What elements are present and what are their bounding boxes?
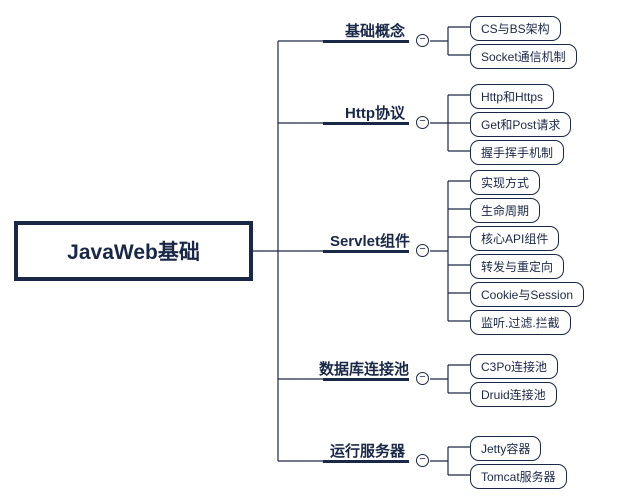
leaf-http-https[interactable]: Http和Https (470, 84, 554, 109)
collapse-toggle-icon[interactable] (416, 454, 429, 467)
collapse-toggle-icon[interactable] (416, 244, 429, 257)
leaf-c3p0[interactable]: C3Po连接池 (470, 354, 558, 379)
leaf-druid[interactable]: Druid连接池 (470, 382, 557, 407)
branch-http[interactable]: Http协议 (323, 102, 405, 123)
branch-servlet[interactable]: Servlet组件 (318, 230, 410, 251)
leaf-forward[interactable]: 转发与重定向 (470, 254, 564, 279)
branch-underline (323, 460, 409, 463)
leaf-impl[interactable]: 实现方式 (470, 170, 540, 195)
leaf-socket[interactable]: Socket通信机制 (470, 44, 577, 69)
collapse-toggle-icon[interactable] (416, 34, 429, 47)
leaf-get-post[interactable]: Get和Post请求 (470, 112, 571, 137)
leaf-handshake[interactable]: 握手挥手机制 (470, 140, 564, 165)
leaf-jetty[interactable]: Jetty容器 (470, 436, 541, 461)
branch-label: 运行服务器 (330, 443, 405, 460)
root-title: JavaWeb基础 (67, 236, 200, 266)
branch-server[interactable]: 运行服务器 (323, 440, 405, 461)
branch-label: Servlet组件 (330, 233, 410, 250)
branch-label: 基础概念 (345, 23, 405, 40)
branch-underline (323, 40, 409, 43)
collapse-toggle-icon[interactable] (416, 372, 429, 385)
branch-label: 数据库连接池 (319, 361, 409, 378)
branch-dbpool[interactable]: 数据库连接池 (313, 358, 409, 379)
leaf-cookie[interactable]: Cookie与Session (470, 282, 584, 307)
branch-underline (323, 378, 409, 381)
branch-underline (323, 250, 409, 253)
branch-basic[interactable]: 基础概念 (323, 20, 405, 41)
leaf-api[interactable]: 核心API组件 (470, 226, 559, 251)
leaf-tomcat[interactable]: Tomcat服务器 (470, 464, 567, 489)
branch-underline (323, 122, 409, 125)
collapse-toggle-icon[interactable] (416, 116, 429, 129)
branch-label: Http协议 (345, 105, 405, 122)
leaf-cs-bs[interactable]: CS与BS架构 (470, 16, 561, 41)
leaf-filter[interactable]: 监听.过滤.拦截 (470, 310, 571, 335)
leaf-lifecycle[interactable]: 生命周期 (470, 198, 540, 223)
root-node[interactable]: JavaWeb基础 (14, 221, 253, 281)
